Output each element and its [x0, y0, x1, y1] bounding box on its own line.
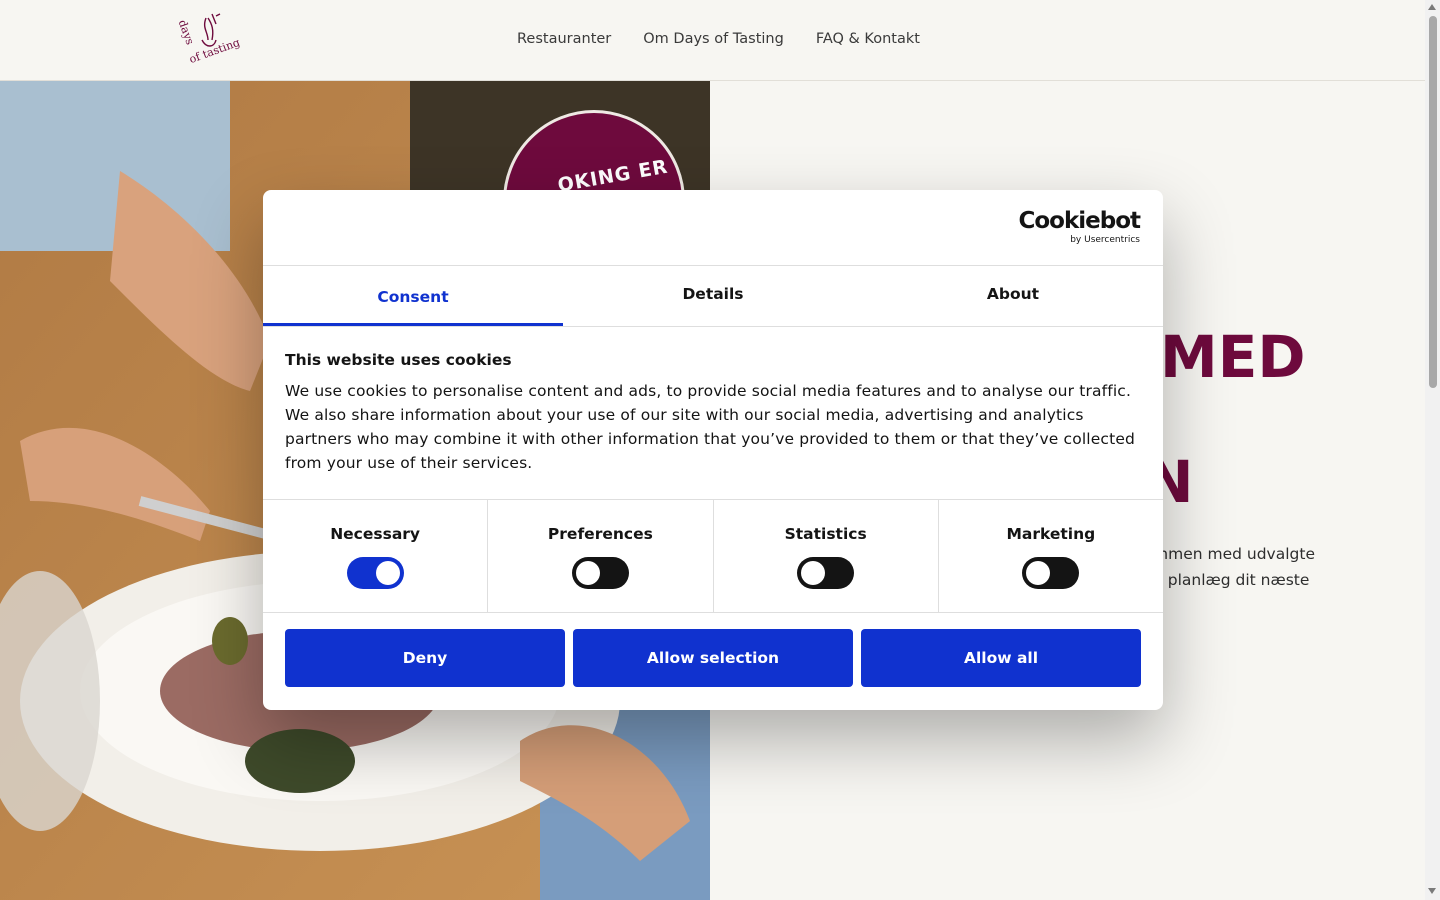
necessary-switch[interactable] [346, 557, 404, 589]
nav-restauranter[interactable]: Restauranter [517, 31, 611, 47]
toggle-statistics: Statistics [714, 500, 939, 612]
cookie-actions: Deny Allow selection Allow all [263, 613, 1163, 687]
toggle-preferences-label: Preferences [547, 525, 653, 543]
site-header: days of tasting Restauranter Om Days of … [0, 0, 1425, 81]
scrollbar-thumb[interactable] [1429, 16, 1437, 388]
site-logo[interactable]: days of tasting [172, 10, 254, 72]
allow-all-button[interactable]: Allow all [861, 629, 1141, 687]
switch-knob [375, 561, 400, 585]
tab-details[interactable]: Details [563, 266, 863, 326]
cookie-dialog-header: Cookiebot by Usercentrics [263, 190, 1163, 266]
scroll-up-arrow-icon[interactable] [1428, 4, 1436, 10]
hero-description-line2: g planlæg dit næste [1153, 571, 1310, 589]
cookie-consent-body: This website uses cookies We use cookies… [263, 327, 1163, 500]
toggle-marketing: Marketing [939, 500, 1163, 612]
cookiebot-brand-sub: by Usercentrics [1070, 235, 1140, 245]
preferences-switch[interactable] [571, 557, 629, 589]
switch-knob [575, 561, 600, 585]
marketing-switch[interactable] [1022, 557, 1080, 589]
cookie-description: We use cookies to personalise content an… [285, 382, 1136, 472]
allow-selection-button[interactable]: Allow selection [573, 629, 853, 687]
cookiebot-brand: Cookiebot [1018, 208, 1141, 234]
statistics-switch[interactable] [797, 557, 855, 589]
cookie-category-toggles: Necessary Preferences Statistics Marketi… [263, 500, 1163, 613]
deny-button[interactable]: Deny [285, 629, 565, 687]
tab-about[interactable]: About [863, 266, 1163, 326]
switch-knob [1026, 561, 1051, 585]
toggle-marketing-label: Marketing [1006, 525, 1096, 543]
hero-description: mmen med udvalgte g planlæg dit næste [1153, 541, 1315, 593]
cookiebot-logo[interactable]: Cookiebot by Usercentrics [1018, 208, 1141, 246]
toggle-preferences: Preferences [488, 500, 714, 612]
tab-consent[interactable]: Consent [263, 266, 563, 326]
toggle-statistics-label: Statistics [784, 525, 867, 543]
main-nav: Restauranter Om Days of Tasting FAQ & Ko… [517, 31, 920, 47]
toggle-necessary: Necessary [263, 500, 489, 612]
nav-faq-kontakt[interactable]: FAQ & Kontakt [816, 31, 920, 47]
toggle-necessary-label: Necessary [330, 525, 421, 543]
cookie-heading: This website uses cookies [285, 351, 512, 369]
switch-knob [801, 561, 826, 585]
svg-text:days: days [176, 18, 197, 47]
cookie-tabs: Consent Details About [263, 266, 1163, 327]
scroll-down-arrow-icon[interactable] [1428, 888, 1436, 894]
cookie-consent-dialog: Cookiebot by Usercentrics Consent Detail… [263, 190, 1163, 710]
hero-title-line1: MED [1160, 323, 1306, 391]
nav-om-days-of-tasting[interactable]: Om Days of Tasting [643, 31, 784, 47]
hero-description-line1: mmen med udvalgte [1153, 545, 1315, 563]
